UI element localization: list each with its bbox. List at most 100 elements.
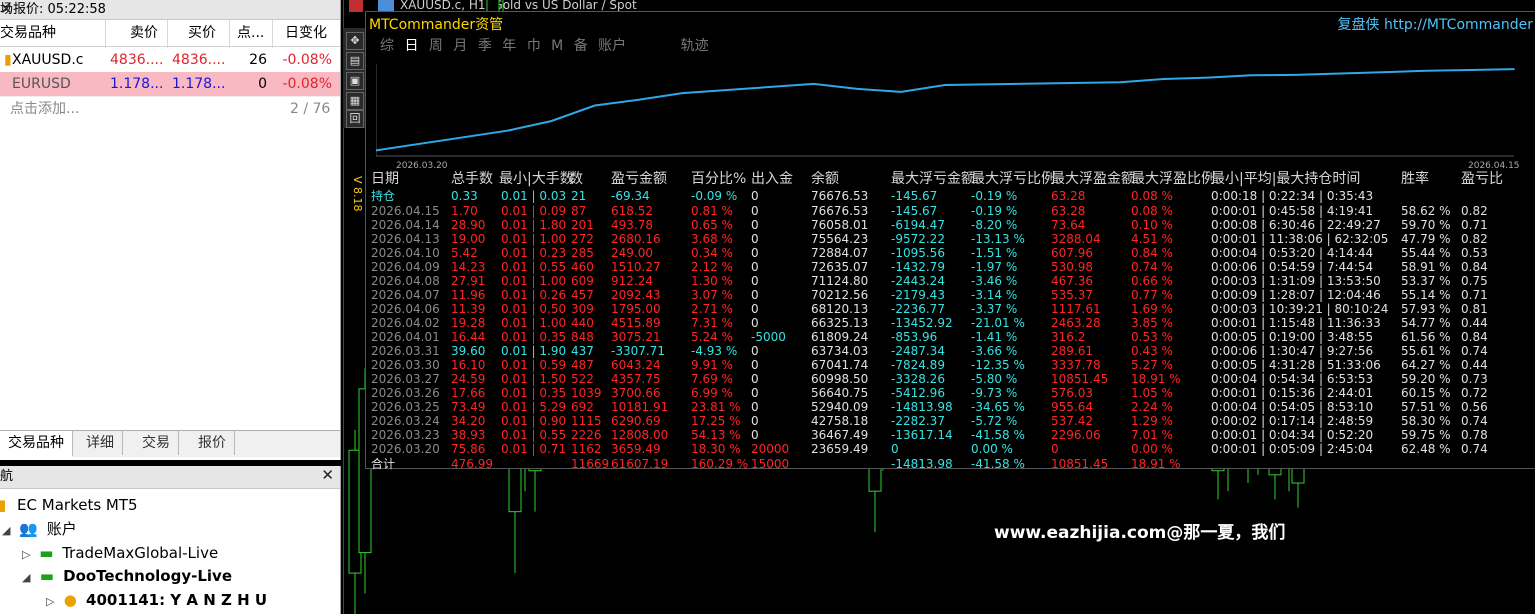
nav-item-server[interactable]: ◢ ▬ DooTechnology-Live: [22, 565, 232, 589]
table-row[interactable]: 2026.04.14 28.90 0.01 | 1.80 201 493.78 0.65 …: [366, 218, 1535, 232]
tab-magic[interactable]: M: [551, 38, 563, 54]
cell-win: 55.44 %: [1401, 245, 1451, 260]
cell-inout: 0: [751, 231, 759, 246]
column-header[interactable]: 百分比%: [691, 170, 746, 188]
table-row[interactable]: 2026.03.31 39.60 0.01 | 1.90 437 -3307.71 -4.…: [366, 344, 1535, 358]
tab-notes[interactable]: 备: [574, 38, 588, 54]
table-total-row[interactable]: 合计 476.99 11669 61607.19 160.29 % 15000 -14813…: [366, 457, 1535, 471]
nav-item-server[interactable]: ▷ ▬ TradeMaxGlobal-Live: [22, 542, 218, 566]
table-row[interactable]: 2026.04.13 19.00 0.01 | 1.00 272 2680.16 3.68…: [366, 232, 1535, 246]
column-header[interactable]: 最大浮盈比例: [1131, 170, 1215, 188]
add-symbol-label[interactable]: 点击添加...: [10, 97, 79, 121]
cell-pl: 249.00: [611, 245, 653, 260]
cell-count: 285: [571, 245, 594, 260]
cell-maxfp: 63.28: [1051, 189, 1086, 203]
tab-ticks[interactable]: 报价: [190, 431, 235, 455]
cell-count: 1039: [571, 385, 602, 400]
cell-date: 2026.04.06: [371, 301, 440, 316]
collapse-arrow-icon[interactable]: ◢: [22, 571, 30, 584]
cell-maxfl: -145.67: [891, 203, 938, 218]
column-header[interactable]: 最小|大手数: [499, 170, 574, 188]
tab-trading[interactable]: 交易: [134, 431, 179, 455]
table-row[interactable]: 2026.03.26 17.66 0.01 | 0.35 1039 3700.66 6.9…: [366, 386, 1535, 400]
col-symbol[interactable]: 交易品种: [0, 20, 56, 46]
overlay-brand[interactable]: 复盘侠 http://MTCommander: [1338, 14, 1533, 34]
table-row[interactable]: 2026.03.25 73.49 0.01 | 5.29 692 10181.91 23.…: [366, 400, 1535, 414]
tab-monthly[interactable]: 月: [453, 38, 467, 54]
cell-minmax: 0.01 | 0.09: [501, 203, 567, 218]
close-icon[interactable]: ✕: [0, 0, 334, 19]
cell-maxfpp: 0.08 %: [1131, 189, 1173, 203]
table-row[interactable]: 2026.03.30 16.10 0.01 | 0.59 487 6043.24 9.91…: [366, 358, 1535, 372]
table-row[interactable]: 2026.03.20 75.86 0.01 | 0.71 1162 3659.49 18.…: [366, 442, 1535, 456]
table-row[interactable]: 2026.04.01 16.44 0.01 | 0.35 848 3075.21 5.24…: [366, 330, 1535, 344]
tab-track[interactable]: 轨迹: [681, 38, 709, 54]
col-spread[interactable]: 点...: [237, 20, 264, 46]
column-header[interactable]: 出入金: [751, 170, 793, 188]
column-header[interactable]: 数: [569, 170, 583, 188]
column-header[interactable]: 余额: [811, 170, 839, 188]
cell-rr: 0.81: [1461, 301, 1488, 316]
tab-yearly[interactable]: 年: [502, 38, 516, 54]
col-change[interactable]: 日变化: [285, 20, 327, 46]
equity-line-chart: 2026.03.20 2026.04.15: [376, 64, 1520, 171]
navigator-titlebar: 航 ✕: [0, 466, 340, 489]
expand-arrow-icon[interactable]: ▷: [22, 548, 30, 561]
table-row[interactable]: 2026.04.06 11.39 0.01 | 0.50 309 1795.00 2.71…: [366, 302, 1535, 316]
tab-daily[interactable]: 日: [404, 38, 418, 54]
table-row[interactable]: 2026.03.23 38.93 0.01 | 0.55 2226 12808.00 54…: [366, 428, 1535, 442]
tab-summary[interactable]: 综: [380, 38, 394, 54]
add-symbol-row[interactable]: 点击添加... 2 / 76: [0, 97, 340, 121]
col-ask[interactable]: 买价: [188, 20, 216, 46]
column-header[interactable]: 最大浮亏比例: [971, 170, 1055, 188]
quote-row[interactable]: ▮ XAUUSD.c 4836.... 4836.... 26 -0.08%: [0, 48, 340, 73]
equity-point: [1294, 74, 1296, 76]
column-header[interactable]: 总手数: [451, 170, 493, 188]
tab-details[interactable]: 详细: [78, 431, 123, 455]
col-bid[interactable]: 卖价: [130, 20, 158, 46]
cell-hold: 0:00:05 | 0:19:00 | 3:48:55: [1211, 329, 1374, 344]
tab-account[interactable]: 账户: [598, 38, 626, 54]
column-header[interactable]: 最大浮盈金额: [1051, 170, 1135, 188]
column-header[interactable]: 最大浮亏金额: [891, 170, 975, 188]
table-row[interactable]: 2026.04.02 19.28 0.01 | 1.00 440 4515.89 7.31…: [366, 316, 1535, 330]
tab-symbol[interactable]: 巾: [527, 38, 541, 54]
cell-balance: 60998.50: [811, 371, 869, 386]
collapse-arrow-icon[interactable]: ◢: [2, 524, 10, 537]
cell-pl: 6043.24: [611, 357, 661, 372]
table-row[interactable]: 2026.04.10 5.42 0.01 | 0.23 285 249.00 0.34 %…: [366, 246, 1535, 260]
equity-point: [856, 88, 859, 90]
cell-date: 2026.03.26: [371, 385, 440, 400]
tab-weekly[interactable]: 周: [429, 38, 443, 54]
table-holding-row[interactable]: 持仓 0.33 0.01 | 0.03 21 -69.34 -0.09 % 0 76676.5…: [366, 189, 1535, 203]
column-header[interactable]: 胜率: [1401, 170, 1429, 188]
cell-balance: 36467.49: [811, 427, 869, 442]
table-row[interactable]: 2026.04.15 1.70 0.01 | 0.09 87 618.52 0.81 % 0…: [366, 204, 1535, 218]
equity-point: [594, 104, 596, 107]
cell-maxfp: 576.03: [1051, 385, 1093, 400]
column-header[interactable]: 盈亏比: [1461, 170, 1503, 188]
cell-pl: -3307.71: [611, 343, 665, 358]
table-row[interactable]: 2026.03.27 24.59 0.01 | 1.50 522 4357.75 7.69…: [366, 372, 1535, 386]
table-row[interactable]: 2026.04.08 27.91 0.01 | 1.00 609 912.24 1.30 …: [366, 274, 1535, 288]
cell-date: 2026.04.02: [371, 315, 440, 330]
column-header[interactable]: 最小|平均|最大持仓时间: [1211, 170, 1360, 188]
column-header[interactable]: 盈亏金额: [611, 170, 667, 188]
close-icon[interactable]: ✕: [321, 466, 334, 485]
cell-maxfpp: 18.91 %: [1131, 456, 1181, 471]
cell-lots: 476.99: [451, 456, 493, 471]
expand-arrow-icon[interactable]: ▷: [46, 595, 54, 608]
cell-pct: 7.69 %: [691, 371, 733, 386]
tab-symbols[interactable]: 交易品种: [0, 431, 73, 457]
nav-item-account[interactable]: ▷ ● 4001141: Y A N Z H U: [46, 589, 267, 613]
nav-item-broker[interactable]: ▮ EC Markets MT5: [0, 494, 138, 516]
table-row[interactable]: 2026.04.09 14.23 0.01 | 0.55 460 1510.27 2.12…: [366, 260, 1535, 274]
tab-quarterly[interactable]: 季: [478, 38, 492, 54]
cell-inout: -5000: [751, 329, 786, 344]
nav-item-accounts[interactable]: ◢ 👥 账户: [2, 518, 77, 542]
cell-count: 460: [571, 259, 594, 274]
table-row[interactable]: 2026.03.24 34.20 0.01 | 0.90 1115 6290.69 17.…: [366, 414, 1535, 428]
quote-row[interactable]: EURUSD 1.178... 1.178... 0 -0.08%: [0, 72, 340, 97]
table-row[interactable]: 2026.04.07 11.96 0.01 | 0.26 457 2092.43 3.07…: [366, 288, 1535, 302]
column-header[interactable]: 日期: [371, 170, 399, 188]
